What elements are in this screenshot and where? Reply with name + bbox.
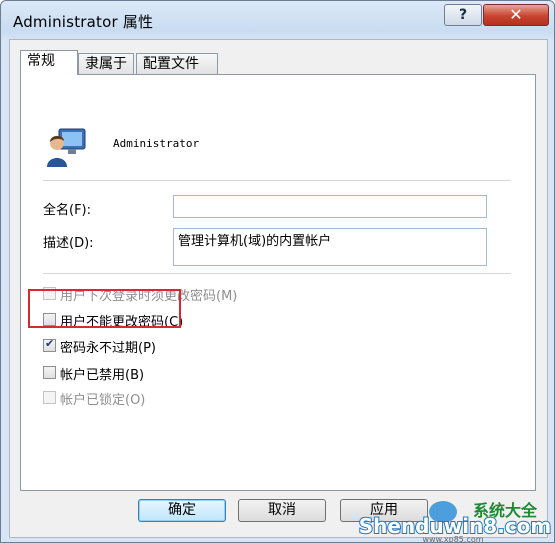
ok-button[interactable]: 确定 [138,499,226,522]
checkbox[interactable] [43,337,56,352]
fullname-label: 全名(F): [43,203,92,218]
site-watermark-logo: 系统大全 Shenduwin8.com www.xp85.com [358,501,552,543]
fullname-input[interactable] [173,195,487,218]
divider [43,273,511,274]
cancel-button[interactable]: 取消 [238,499,326,522]
tab-general[interactable]: 常规 [20,50,78,75]
checkbox[interactable] [43,366,56,379]
annotation-highlight-box [28,289,181,328]
help-button[interactable]: ? [444,4,482,26]
window-title: Administrator 属性 [13,13,154,31]
description-input[interactable]: 管理计算机(域)的内置帐户 [173,228,487,266]
tab-member-of[interactable]: 隶属于 [78,53,134,74]
checkbox[interactable] [43,391,56,404]
checkbox-label: 密码永不过期(P) [60,341,156,356]
general-tab-panel: Administrator 全名(F): 描述(D): 管理计算机(域)的内置帐… [20,74,536,491]
tab-profile[interactable]: 配置文件 [136,53,218,74]
divider [43,180,511,181]
description-label: 描述(D): [43,236,94,251]
properties-dialog: Administrator 属性 ? ✕ 常规 隶属于 配置文件 Adminis… [0,0,555,543]
svg-text:www.xp85.com: www.xp85.com [422,535,483,543]
title-bar[interactable]: Administrator 属性 ? ✕ [1,1,554,39]
checkbox-label: 帐户已锁定(O) [60,393,146,408]
user-icon [47,128,86,167]
close-button[interactable]: ✕ [483,4,549,26]
checkbox-label: 帐户已禁用(B) [60,368,145,383]
account-name: Administrator [113,137,200,150]
